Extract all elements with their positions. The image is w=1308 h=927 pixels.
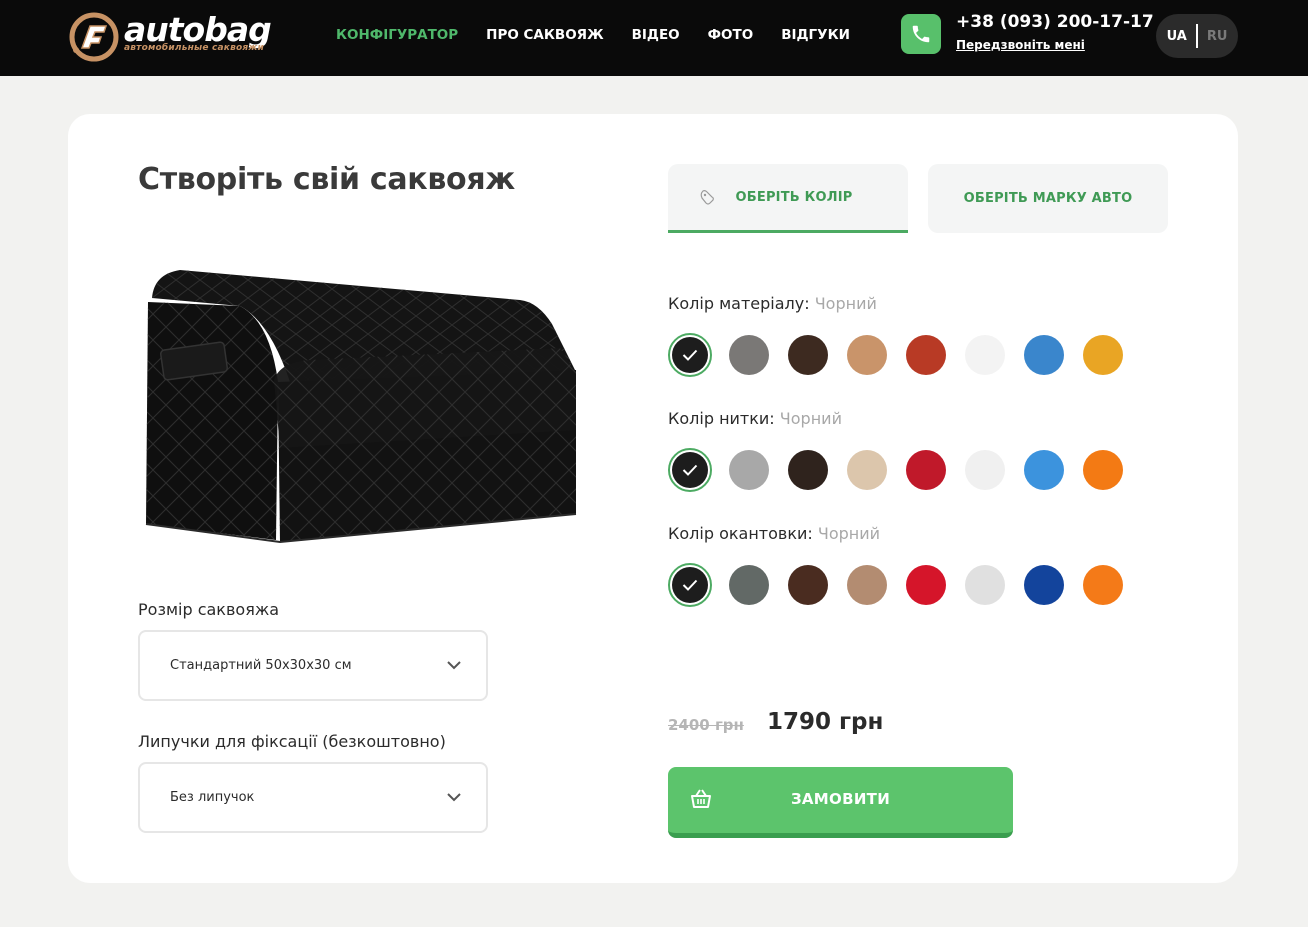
nav-about[interactable]: Про саквояж bbox=[486, 27, 603, 43]
color-swatch[interactable] bbox=[727, 563, 771, 607]
site-header: autobag автомобильные саквояжи Конфігура… bbox=[0, 0, 1308, 76]
nav-photo[interactable]: Фото bbox=[708, 27, 754, 43]
material-color-label: Колір матеріалу: Чорний bbox=[668, 294, 877, 313]
tab-choose-car[interactable]: Оберіть марку авто bbox=[928, 164, 1168, 233]
current-price: 1790 грн bbox=[767, 709, 884, 735]
swatch-color bbox=[729, 565, 769, 605]
order-button[interactable]: Замовити bbox=[668, 767, 1013, 838]
size-select-value: Стандартний 50х30х30 см bbox=[170, 658, 352, 673]
color-swatch[interactable] bbox=[1022, 563, 1066, 607]
chevron-down-icon bbox=[447, 793, 461, 802]
swatch-color bbox=[788, 450, 828, 490]
swatch-color bbox=[729, 450, 769, 490]
nav-video[interactable]: Відео bbox=[632, 27, 680, 43]
material-swatches bbox=[668, 333, 1140, 377]
swatch-color bbox=[847, 565, 887, 605]
color-swatch[interactable] bbox=[668, 563, 712, 607]
language-switcher: UA RU bbox=[1156, 14, 1238, 58]
tab-choose-color[interactable]: Оберіть колір bbox=[668, 164, 908, 233]
color-swatch[interactable] bbox=[668, 333, 712, 377]
logo-subtitle: автомобильные саквояжи bbox=[124, 43, 265, 53]
main-nav: Конфігуратор Про саквояж Відео Фото Відг… bbox=[336, 27, 878, 43]
callback-link[interactable]: Передзвоніть мені bbox=[956, 38, 1085, 52]
thread-color-title: Колір нитки: bbox=[668, 409, 775, 428]
lang-ua[interactable]: UA bbox=[1158, 29, 1196, 44]
swatch-color bbox=[672, 337, 708, 373]
color-swatch[interactable] bbox=[1081, 563, 1125, 607]
checkmark-icon bbox=[682, 349, 698, 361]
color-swatch[interactable] bbox=[904, 563, 948, 607]
color-swatch[interactable] bbox=[845, 563, 889, 607]
edging-swatches bbox=[668, 563, 1140, 607]
color-swatch[interactable] bbox=[1022, 448, 1066, 492]
swatch-color bbox=[1083, 565, 1123, 605]
swatch-color bbox=[847, 450, 887, 490]
velcro-select[interactable]: Без липучок bbox=[138, 762, 488, 833]
swatch-color bbox=[1024, 335, 1064, 375]
edging-color-title: Колір окантовки: bbox=[668, 524, 813, 543]
velcro-label: Липучки для фіксації (безкоштовно) bbox=[138, 732, 446, 751]
size-label: Розмір саквояжа bbox=[138, 600, 280, 619]
swatch-color bbox=[672, 567, 708, 603]
swatch-color bbox=[906, 565, 946, 605]
velcro-select-value: Без липучок bbox=[170, 790, 255, 805]
palette-icon bbox=[700, 190, 714, 205]
lang-ru[interactable]: RU bbox=[1198, 29, 1237, 44]
swatch-color bbox=[906, 335, 946, 375]
phone-icon bbox=[912, 25, 930, 43]
color-swatch[interactable] bbox=[904, 448, 948, 492]
swatch-color bbox=[1083, 335, 1123, 375]
color-swatch[interactable] bbox=[963, 333, 1007, 377]
checkmark-icon bbox=[682, 579, 698, 591]
swatch-color bbox=[965, 450, 1005, 490]
swatch-color bbox=[847, 335, 887, 375]
logo-mark-icon bbox=[69, 12, 119, 62]
color-swatch[interactable] bbox=[786, 333, 830, 377]
phone-number[interactable]: +38 (093) 200-17-17 bbox=[956, 12, 1154, 32]
swatch-color bbox=[672, 452, 708, 488]
color-swatch[interactable] bbox=[963, 563, 1007, 607]
color-swatch[interactable] bbox=[904, 333, 948, 377]
material-color-selected: Чорний bbox=[814, 294, 877, 313]
swatch-color bbox=[906, 450, 946, 490]
order-button-label: Замовити bbox=[790, 790, 891, 808]
color-swatch[interactable] bbox=[727, 448, 771, 492]
edging-color-label: Колір окантовки: Чорний bbox=[668, 524, 880, 543]
color-swatch[interactable] bbox=[1081, 448, 1125, 492]
nav-reviews[interactable]: Відгуки bbox=[781, 27, 850, 43]
product-image bbox=[145, 270, 577, 544]
material-color-title: Колір матеріалу: bbox=[668, 294, 810, 313]
swatch-color bbox=[1024, 565, 1064, 605]
color-swatch[interactable] bbox=[1081, 333, 1125, 377]
swatch-color bbox=[965, 565, 1005, 605]
swatch-color bbox=[1083, 450, 1123, 490]
color-swatch[interactable] bbox=[668, 448, 712, 492]
chevron-down-icon bbox=[447, 661, 461, 670]
page-title: Створіть свій саквояж bbox=[138, 162, 515, 197]
tab-choose-color-label: Оберіть колір bbox=[735, 189, 853, 205]
swatch-color bbox=[965, 335, 1005, 375]
thread-swatches bbox=[668, 448, 1140, 492]
thread-color-label: Колір нитки: Чорний bbox=[668, 409, 842, 428]
color-swatch[interactable] bbox=[845, 448, 889, 492]
color-swatch[interactable] bbox=[1022, 333, 1066, 377]
tab-choose-car-label: Оберіть марку авто bbox=[963, 191, 1133, 206]
color-swatch[interactable] bbox=[786, 563, 830, 607]
color-swatch[interactable] bbox=[963, 448, 1007, 492]
phone-button[interactable] bbox=[901, 14, 941, 54]
edging-color-selected: Чорний bbox=[817, 524, 881, 543]
thread-color-selected: Чорний bbox=[779, 409, 842, 428]
color-swatch[interactable] bbox=[786, 448, 830, 492]
size-select[interactable]: Стандартний 50х30х30 см bbox=[138, 630, 488, 701]
swatch-color bbox=[1024, 450, 1064, 490]
swatch-color bbox=[729, 335, 769, 375]
swatch-color bbox=[788, 565, 828, 605]
color-swatch[interactable] bbox=[845, 333, 889, 377]
logo[interactable]: autobag автомобильные саквояжи bbox=[68, 10, 273, 64]
swatch-color bbox=[788, 335, 828, 375]
color-swatch[interactable] bbox=[727, 333, 771, 377]
nav-configurator[interactable]: Конфігуратор bbox=[336, 27, 458, 43]
checkmark-icon bbox=[682, 464, 698, 476]
old-price: 2400 грн bbox=[668, 716, 744, 734]
